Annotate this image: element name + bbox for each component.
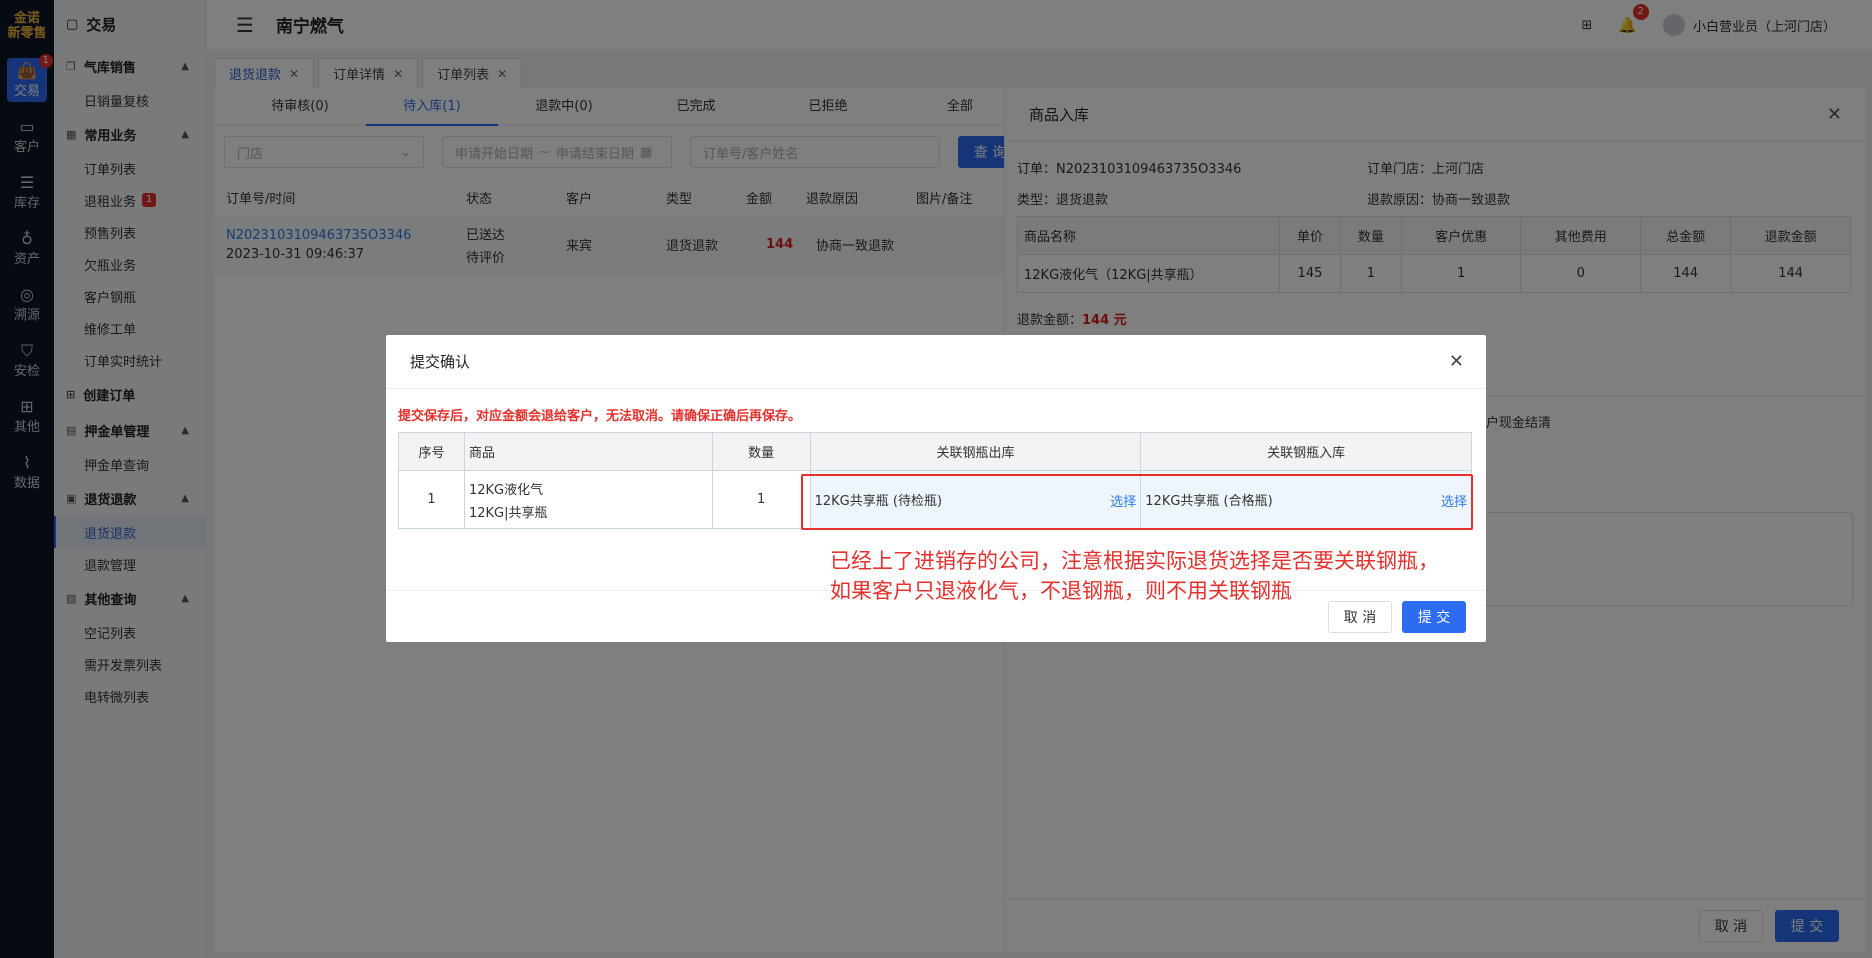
th: 数量 <box>711 432 811 471</box>
dialog-title: 提交确认 <box>410 353 471 371</box>
annotation-line2: 如果客户只退液化气，不退钢瓶，则不用关联钢瓶 <box>830 579 1292 603</box>
annotation-line1: 已经上了进销存的公司，注意根据实际退货选择是否要关联钢瓶， <box>830 549 1439 573</box>
td-index: 1 <box>398 470 465 529</box>
dialog-header: 提交确认 ✕ <box>386 335 1486 389</box>
annotation-text: 已经上了进销存的公司，注意根据实际退货选择是否要关联钢瓶， 如果客户只退液化气，… <box>830 546 1439 606</box>
td-product: 12KG液化气 12KG|共享瓶 <box>463 470 713 529</box>
th: 序号 <box>398 432 465 471</box>
highlight-box <box>801 474 1473 530</box>
product-line1: 12KG液化气 <box>468 482 544 498</box>
th: 关联钢瓶入库 <box>1140 432 1472 471</box>
warning-text: 提交保存后，对应金额会退给客户，无法取消。请确保正确后再保存。 <box>398 409 802 424</box>
td-qty: 1 <box>711 470 811 529</box>
close-icon[interactable]: ✕ <box>1449 351 1464 372</box>
table-header: 序号 商品 数量 关联钢瓶出库 关联钢瓶入库 <box>398 432 1472 471</box>
th: 商品 <box>463 432 713 471</box>
product-line2: 12KG|共享瓶 <box>468 505 548 521</box>
th: 关联钢瓶出库 <box>809 432 1142 471</box>
